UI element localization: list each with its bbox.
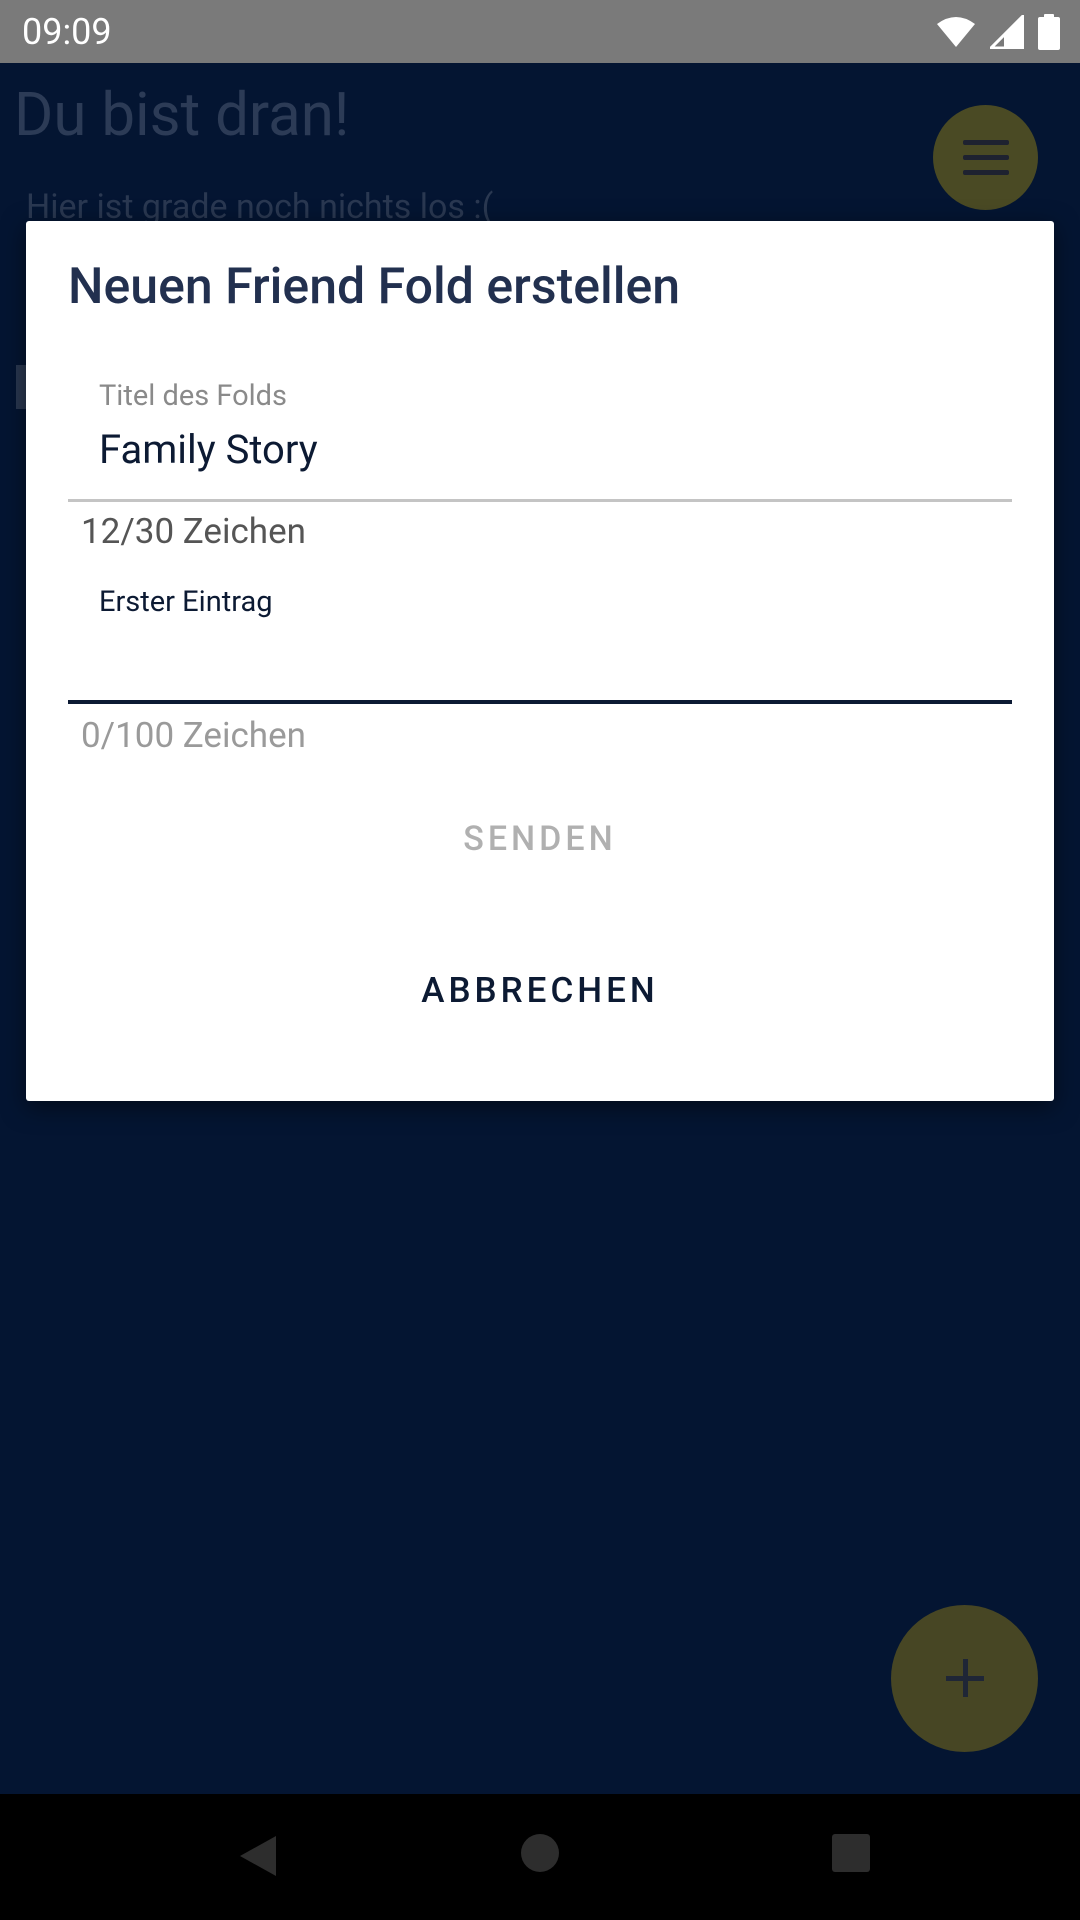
- navigation-bar: [0, 1794, 1080, 1920]
- fold-title-field[interactable]: Titel des Folds Family Story: [68, 377, 1012, 522]
- recents-icon[interactable]: [832, 1834, 870, 1872]
- home-icon[interactable]: [521, 1834, 559, 1872]
- page-title: Du bist dran!: [14, 79, 350, 150]
- wifi-icon: [936, 16, 976, 48]
- add-fold-button[interactable]: [891, 1605, 1038, 1752]
- signal-icon: [990, 15, 1024, 49]
- first-entry-input[interactable]: Erster Eintrag: [99, 582, 273, 622]
- status-time: 09:09: [22, 11, 112, 53]
- create-fold-dialog: Neuen Friend Fold erstellen Titel des Fo…: [26, 221, 1054, 1101]
- first-entry-field[interactable]: Erster Eintrag: [68, 582, 1012, 707]
- fold-title-counter: 12/30 Zeichen: [81, 511, 306, 552]
- status-bar: 09:09: [0, 0, 1080, 63]
- send-button[interactable]: SENDEN: [26, 809, 1054, 869]
- menu-button[interactable]: [933, 105, 1038, 210]
- status-icons: [936, 12, 1060, 52]
- field-underline-focused: [68, 700, 1012, 704]
- fold-title-label: Titel des Folds: [99, 379, 288, 413]
- list-item-partial: [16, 365, 26, 409]
- cancel-button[interactable]: ABBRECHEN: [26, 958, 1054, 1024]
- dialog-title: Neuen Friend Fold erstellen: [68, 258, 681, 316]
- fold-title-input[interactable]: Family Story: [99, 425, 318, 475]
- menu-icon: [963, 140, 1009, 176]
- first-entry-counter: 0/100 Zeichen: [81, 715, 306, 756]
- battery-icon: [1038, 14, 1060, 50]
- back-icon[interactable]: [238, 1834, 278, 1882]
- field-underline: [68, 499, 1012, 502]
